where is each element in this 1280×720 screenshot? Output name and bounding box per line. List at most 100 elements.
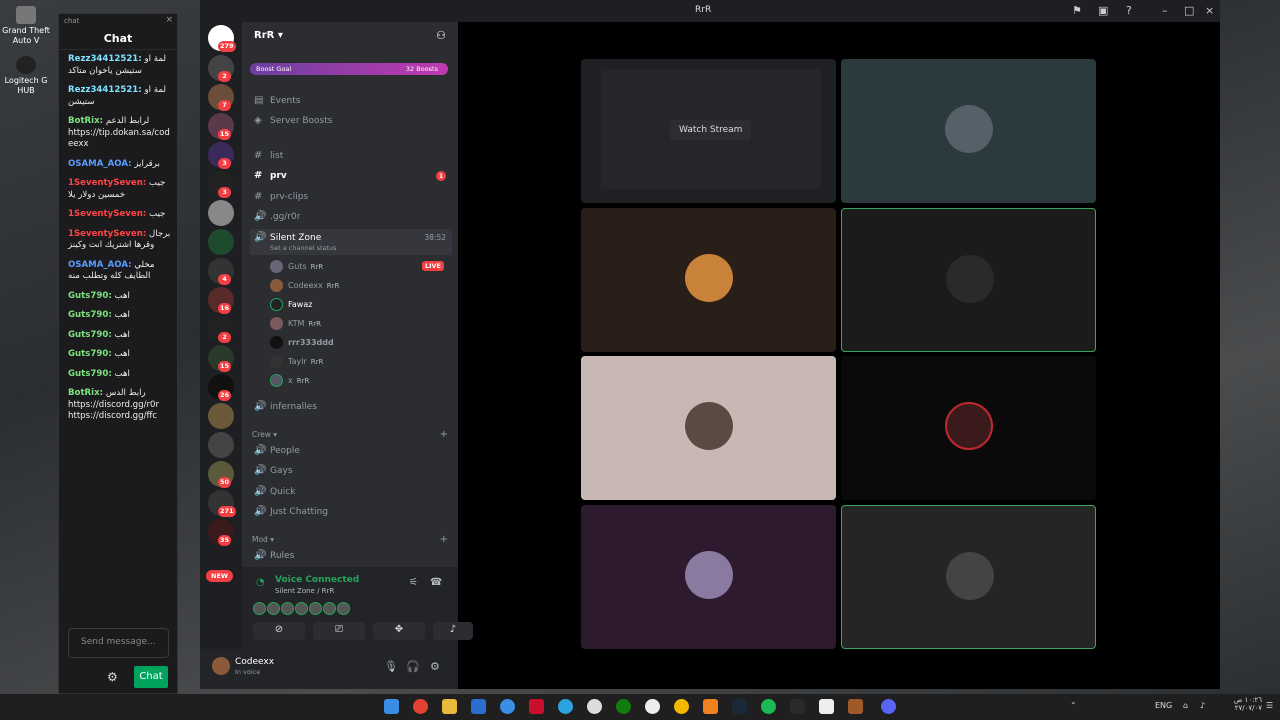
- help-icon[interactable]: ?: [1126, 4, 1132, 17]
- desktop-icon-gta[interactable]: Grand Theft Auto V: [2, 6, 50, 46]
- telegram-icon[interactable]: [558, 699, 573, 714]
- gear-icon[interactable]: ⚙: [107, 670, 118, 684]
- server-header[interactable]: RrR ▾ ⚇: [242, 22, 458, 49]
- spotify-icon[interactable]: [761, 699, 776, 714]
- watch-stream-button[interactable]: Watch Stream: [670, 120, 752, 140]
- server-icon[interactable]: 15: [208, 345, 234, 372]
- network-icon[interactable]: ⌂: [1183, 701, 1188, 710]
- app-icon[interactable]: [645, 699, 660, 714]
- voice-user-guts[interactable]: Guts RrR LIVE: [268, 259, 448, 277]
- channel-rules[interactable]: 🔊 Rules: [250, 547, 452, 566]
- channel-people[interactable]: 🔊 People: [250, 442, 452, 461]
- flag-icon[interactable]: ⚑: [1072, 4, 1082, 17]
- chat-username[interactable]: 1SeventySeven:: [68, 229, 146, 239]
- terminal-icon[interactable]: [790, 699, 805, 714]
- video-tile[interactable]: [841, 59, 1096, 203]
- chat-username[interactable]: BotRix:: [68, 116, 103, 126]
- chat-username[interactable]: Rezz34412521:: [68, 85, 142, 95]
- chat-username[interactable]: BotRix:: [68, 388, 103, 398]
- voice-user-x[interactable]: x RrR: [268, 373, 448, 391]
- server-icon[interactable]: [208, 200, 234, 226]
- netflix-icon[interactable]: [529, 699, 544, 714]
- sidebar-item-events[interactable]: ▤ Events: [250, 92, 452, 111]
- channel-prv[interactable]: # prv 1: [250, 167, 452, 186]
- video-tile-speaking[interactable]: [841, 505, 1096, 649]
- app-icon[interactable]: [848, 699, 863, 714]
- add-channel-icon[interactable]: +: [440, 429, 448, 440]
- desktop-icon-ghub[interactable]: Logitech G HUB: [2, 56, 50, 96]
- server-icon[interactable]: 271: [208, 490, 236, 517]
- activities-button[interactable]: ✥: [373, 622, 425, 640]
- video-tile[interactable]: [581, 208, 836, 352]
- chat-username[interactable]: Guts790:: [68, 310, 112, 320]
- headphones-icon[interactable]: 🎧: [406, 660, 420, 673]
- video-tile[interactable]: [581, 356, 836, 500]
- chat-username[interactable]: 1SeventySeven:: [68, 178, 146, 188]
- voice-user-taylr[interactable]: Taylr RrR: [268, 354, 448, 372]
- server-icon[interactable]: 4: [208, 258, 234, 285]
- stream-tile[interactable]: Watch Stream: [581, 59, 836, 203]
- server-icon[interactable]: 3: [208, 171, 234, 198]
- chat-username[interactable]: Guts790:: [68, 369, 112, 379]
- chat-username[interactable]: OSAMA_AOA:: [68, 260, 132, 270]
- server-icon[interactable]: 2: [208, 316, 234, 343]
- category-crew[interactable]: Crew ▾ +: [252, 429, 448, 440]
- video-tile[interactable]: [581, 505, 836, 649]
- voice-user-codeexx[interactable]: Codeexx RrR: [268, 278, 448, 296]
- clock[interactable]: ١٠:٢٦ ص ٢٧/٠٧/٠٧: [1218, 696, 1262, 712]
- close-icon[interactable]: ×: [165, 15, 173, 25]
- chat-username[interactable]: Guts790:: [68, 349, 112, 359]
- invite-icon[interactable]: ⚇: [436, 29, 446, 42]
- close-icon[interactable]: ×: [1205, 4, 1214, 17]
- voice-status[interactable]: Voice Connected: [275, 575, 359, 585]
- voice-user-fawaz[interactable]: Fawaz: [268, 297, 448, 315]
- inbox-icon[interactable]: ▣: [1098, 4, 1108, 17]
- server-icon[interactable]: 16: [208, 287, 234, 314]
- voice-location[interactable]: Silent Zone / RrR: [275, 587, 334, 595]
- server-icon[interactable]: [208, 229, 234, 255]
- chevron-up-icon[interactable]: ⌃: [1070, 701, 1077, 710]
- language-indicator[interactable]: ENG: [1155, 701, 1172, 710]
- camera-button[interactable]: ⊘: [253, 622, 305, 640]
- notification-icon[interactable]: ☰: [1266, 701, 1273, 710]
- chat-send-button[interactable]: Chat: [134, 666, 168, 688]
- microphone-icon[interactable]: 🎙: [384, 660, 398, 673]
- server-icon[interactable]: 7: [208, 84, 234, 111]
- server-icon[interactable]: 26: [208, 374, 234, 401]
- app-icon[interactable]: [703, 699, 718, 714]
- voice-user-rrr333ddd[interactable]: rrr333ddd: [268, 335, 448, 353]
- server-icon[interactable]: [208, 403, 234, 429]
- channel-quick[interactable]: 🔊 Quick: [250, 483, 452, 502]
- minimize-icon[interactable]: –: [1162, 4, 1168, 17]
- chat-username[interactable]: Guts790:: [68, 330, 112, 340]
- channel-prv-clips[interactable]: # prv-clips: [250, 188, 452, 207]
- chat-username[interactable]: Guts790:: [68, 291, 112, 301]
- chat-username[interactable]: 1SeventySeven:: [68, 209, 146, 219]
- add-channel-icon[interactable]: +: [440, 534, 448, 545]
- server-icon[interactable]: 35: [208, 519, 234, 546]
- channel-infernalles[interactable]: 🔊 infernalles: [250, 398, 452, 417]
- settings-gear-icon[interactable]: ⚙: [430, 660, 440, 673]
- discord-icon[interactable]: [881, 699, 896, 714]
- chrome-icon[interactable]: [413, 699, 428, 714]
- server-icon[interactable]: 15: [208, 113, 234, 140]
- channel-status[interactable]: Set a channel status: [270, 244, 452, 252]
- server-icon[interactable]: 50: [208, 461, 234, 488]
- xbox-icon[interactable]: [616, 699, 631, 714]
- server-icon[interactable]: 2: [208, 55, 234, 82]
- noise-suppression-icon[interactable]: ⚟: [409, 577, 418, 588]
- channel-list[interactable]: # list: [250, 147, 452, 166]
- video-tile[interactable]: [841, 356, 1096, 500]
- voice-user-ktm[interactable]: KTM RrR: [268, 316, 448, 334]
- disconnect-icon[interactable]: ☎: [430, 577, 442, 588]
- boost-goal-bar[interactable]: Boost Goal 32 Boosts: [250, 63, 448, 75]
- category-mod[interactable]: Mod ▾ +: [252, 534, 448, 545]
- windows-start-icon[interactable]: [384, 699, 399, 714]
- settings-icon[interactable]: [587, 699, 602, 714]
- browser-icon[interactable]: [500, 699, 515, 714]
- store-icon[interactable]: [471, 699, 486, 714]
- video-tile-speaking[interactable]: [841, 208, 1096, 352]
- server-icon[interactable]: 279: [208, 25, 236, 52]
- send-message-input[interactable]: Send message...: [68, 628, 169, 658]
- server-icon[interactable]: [208, 432, 234, 458]
